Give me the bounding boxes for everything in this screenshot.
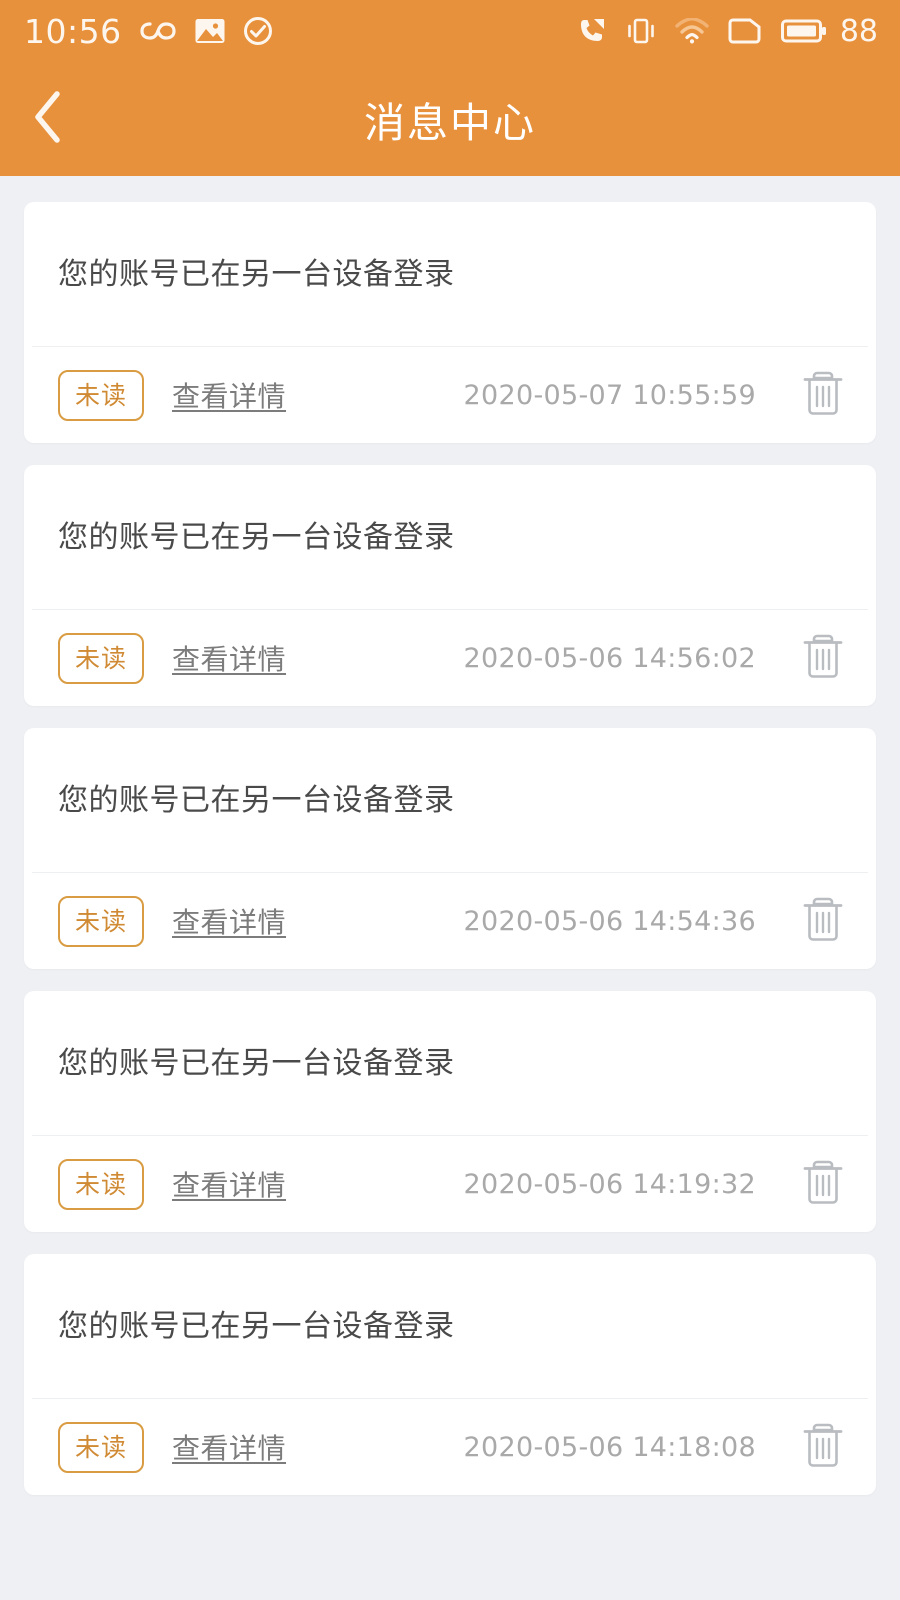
view-detail-link[interactable]: 查看详情 bbox=[172, 901, 286, 941]
message-timestamp: 2020-05-06 14:18:08 bbox=[463, 1431, 756, 1463]
wifi-icon bbox=[675, 18, 709, 44]
message-title-area: 您的账号已在另一台设备登录 bbox=[24, 465, 876, 609]
message-card[interactable]: 您的账号已在另一台设备登录 未读 查看详情 2020-05-06 14:56:0… bbox=[24, 465, 876, 706]
trash-icon bbox=[801, 894, 845, 948]
delete-message-button[interactable] bbox=[800, 632, 846, 684]
message-title: 您的账号已在另一台设备登录 bbox=[58, 1046, 455, 1081]
trash-icon bbox=[801, 631, 845, 685]
message-action-row: 未读 查看详情 2020-05-06 14:18:08 bbox=[24, 1399, 876, 1495]
chevron-left-icon bbox=[31, 89, 65, 149]
message-title: 您的账号已在另一台设备登录 bbox=[58, 783, 455, 818]
message-action-row: 未读 查看详情 2020-05-07 10:55:59 bbox=[24, 347, 876, 443]
status-bar-left: 10:56 bbox=[24, 12, 273, 51]
message-title-area: 您的账号已在另一台设备登录 bbox=[24, 728, 876, 872]
message-timestamp: 2020-05-07 10:55:59 bbox=[463, 379, 756, 411]
status-bar-right: 88 bbox=[577, 14, 878, 49]
message-list: 您的账号已在另一台设备登录 未读 查看详情 2020-05-07 10:55:5… bbox=[0, 176, 900, 1495]
status-bar: 10:56 88 bbox=[0, 0, 900, 62]
message-card[interactable]: 您的账号已在另一台设备登录 未读 查看详情 2020-05-07 10:55:5… bbox=[24, 202, 876, 443]
status-badge: 未读 bbox=[58, 369, 145, 421]
message-title-area: 您的账号已在另一台设备登录 bbox=[24, 991, 876, 1135]
delete-message-button[interactable] bbox=[800, 895, 846, 947]
app-header: 消息中心 bbox=[0, 62, 900, 176]
message-title: 您的账号已在另一台设备登录 bbox=[58, 1309, 455, 1344]
message-card[interactable]: 您的账号已在另一台设备登录 未读 查看详情 2020-05-06 14:18:0… bbox=[24, 1254, 876, 1495]
status-bar-clock: 10:56 bbox=[24, 11, 122, 51]
back-button[interactable] bbox=[0, 62, 96, 176]
message-title: 您的账号已在另一台设备登录 bbox=[58, 257, 455, 292]
message-action-row: 未读 查看详情 2020-05-06 14:19:32 bbox=[24, 1136, 876, 1232]
sim-card-icon bbox=[728, 18, 762, 44]
delete-message-button[interactable] bbox=[800, 1158, 846, 1210]
message-title-area: 您的账号已在另一台设备登录 bbox=[24, 202, 876, 346]
vibrate-icon bbox=[626, 17, 656, 45]
message-timestamp: 2020-05-06 14:56:02 bbox=[463, 642, 756, 674]
message-title-area: 您的账号已在另一台设备登录 bbox=[24, 1254, 876, 1398]
status-badge: 未读 bbox=[58, 632, 145, 684]
check-circle-icon bbox=[243, 16, 273, 46]
view-detail-link[interactable]: 查看详情 bbox=[172, 638, 286, 678]
photo-icon bbox=[194, 17, 226, 45]
view-detail-link[interactable]: 查看详情 bbox=[172, 1427, 286, 1467]
delete-message-button[interactable] bbox=[800, 1421, 846, 1473]
message-timestamp: 2020-05-06 14:54:36 bbox=[463, 905, 756, 937]
message-card[interactable]: 您的账号已在另一台设备登录 未读 查看详情 2020-05-06 14:19:3… bbox=[24, 991, 876, 1232]
status-badge: 未读 bbox=[58, 895, 145, 947]
page-title: 消息中心 bbox=[364, 99, 536, 147]
status-badge: 未读 bbox=[58, 1158, 145, 1210]
trash-icon bbox=[801, 1157, 845, 1211]
message-title: 您的账号已在另一台设备登录 bbox=[58, 520, 455, 555]
missed-call-icon bbox=[577, 17, 607, 45]
view-detail-link[interactable]: 查看详情 bbox=[172, 1164, 286, 1204]
delete-message-button[interactable] bbox=[800, 369, 846, 421]
battery-icon bbox=[780, 18, 827, 44]
battery-percentage: 88 bbox=[839, 13, 878, 49]
message-card[interactable]: 您的账号已在另一台设备登录 未读 查看详情 2020-05-06 14:54:3… bbox=[24, 728, 876, 969]
status-badge: 未读 bbox=[58, 1421, 145, 1473]
message-timestamp: 2020-05-06 14:19:32 bbox=[463, 1168, 756, 1200]
infinity-icon bbox=[139, 19, 177, 43]
message-action-row: 未读 查看详情 2020-05-06 14:54:36 bbox=[24, 873, 876, 969]
message-action-row: 未读 查看详情 2020-05-06 14:56:02 bbox=[24, 610, 876, 706]
view-detail-link[interactable]: 查看详情 bbox=[172, 375, 286, 415]
trash-icon bbox=[801, 368, 845, 422]
trash-icon bbox=[801, 1420, 845, 1474]
